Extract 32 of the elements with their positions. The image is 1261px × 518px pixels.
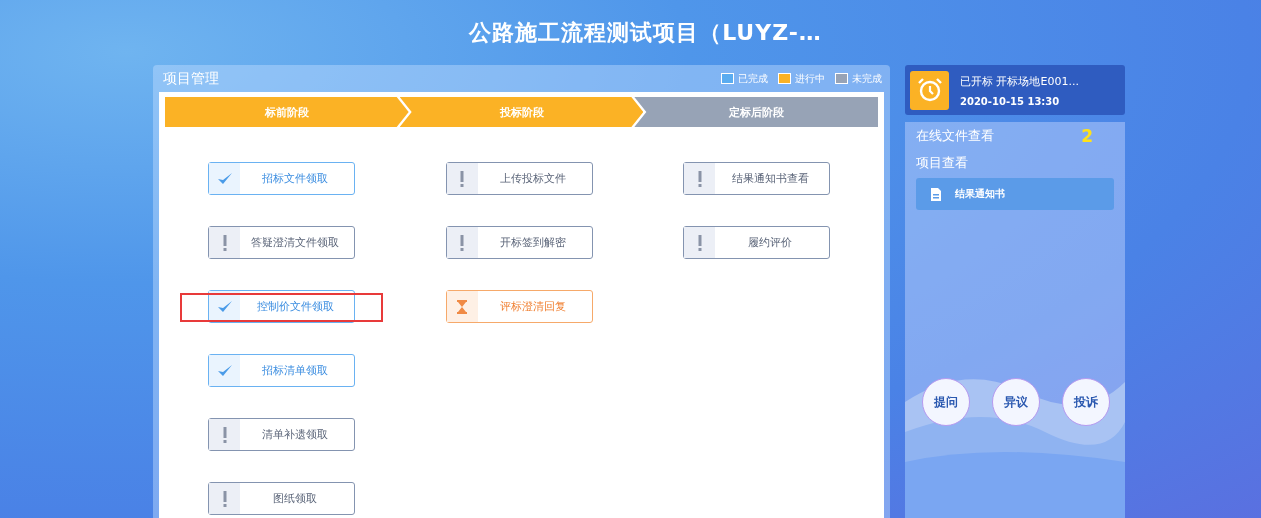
action-button[interactable]: 投诉 [1062, 378, 1110, 426]
legend-label: 已完成 [738, 71, 768, 86]
project-view-heading: 项目查看 [916, 154, 969, 172]
exclamation-icon [460, 170, 465, 187]
task-button[interactable]: 开标签到解密 [445, 226, 593, 259]
task-button[interactable]: 招标文件领取 [208, 162, 355, 195]
alarm-clock-icon [916, 77, 943, 103]
exclamation-icon [222, 234, 227, 251]
task-button[interactable]: 履约评价 [683, 226, 831, 259]
task-button[interactable]: 招标清单领取 [208, 354, 355, 387]
task-button[interactable]: 上传投标文件 [445, 162, 593, 195]
task-button[interactable]: 图纸领取 [208, 482, 355, 515]
exclamation-icon [460, 234, 465, 251]
hourglass-icon [456, 299, 469, 314]
exclamation-icon [222, 426, 227, 443]
notice-title: 已开标 开标场地E001... [960, 73, 1079, 89]
task-button[interactable]: 答疑澄清文件领取 [208, 226, 355, 259]
legend-label: 进行中 [795, 71, 825, 86]
task-button[interactable]: 清单补遗领取 [208, 418, 355, 451]
page-title: 公路施工流程测试项目（LUYZ-… [467, 18, 822, 47]
notice-time: 2020-10-15 13:30 [960, 95, 1061, 107]
document-icon [931, 187, 941, 201]
check-icon [216, 171, 233, 186]
check-icon [216, 363, 233, 378]
exclamation-icon [697, 234, 702, 251]
exclamation-icon [222, 490, 227, 507]
legend-label: 未完成 [852, 71, 882, 86]
file-count: 2 [1081, 126, 1093, 146]
exclamation-icon [697, 170, 702, 187]
check-icon [216, 299, 233, 314]
panel-title: 项目管理 [163, 69, 219, 88]
task-button[interactable]: 结果通知书查看 [683, 162, 831, 195]
